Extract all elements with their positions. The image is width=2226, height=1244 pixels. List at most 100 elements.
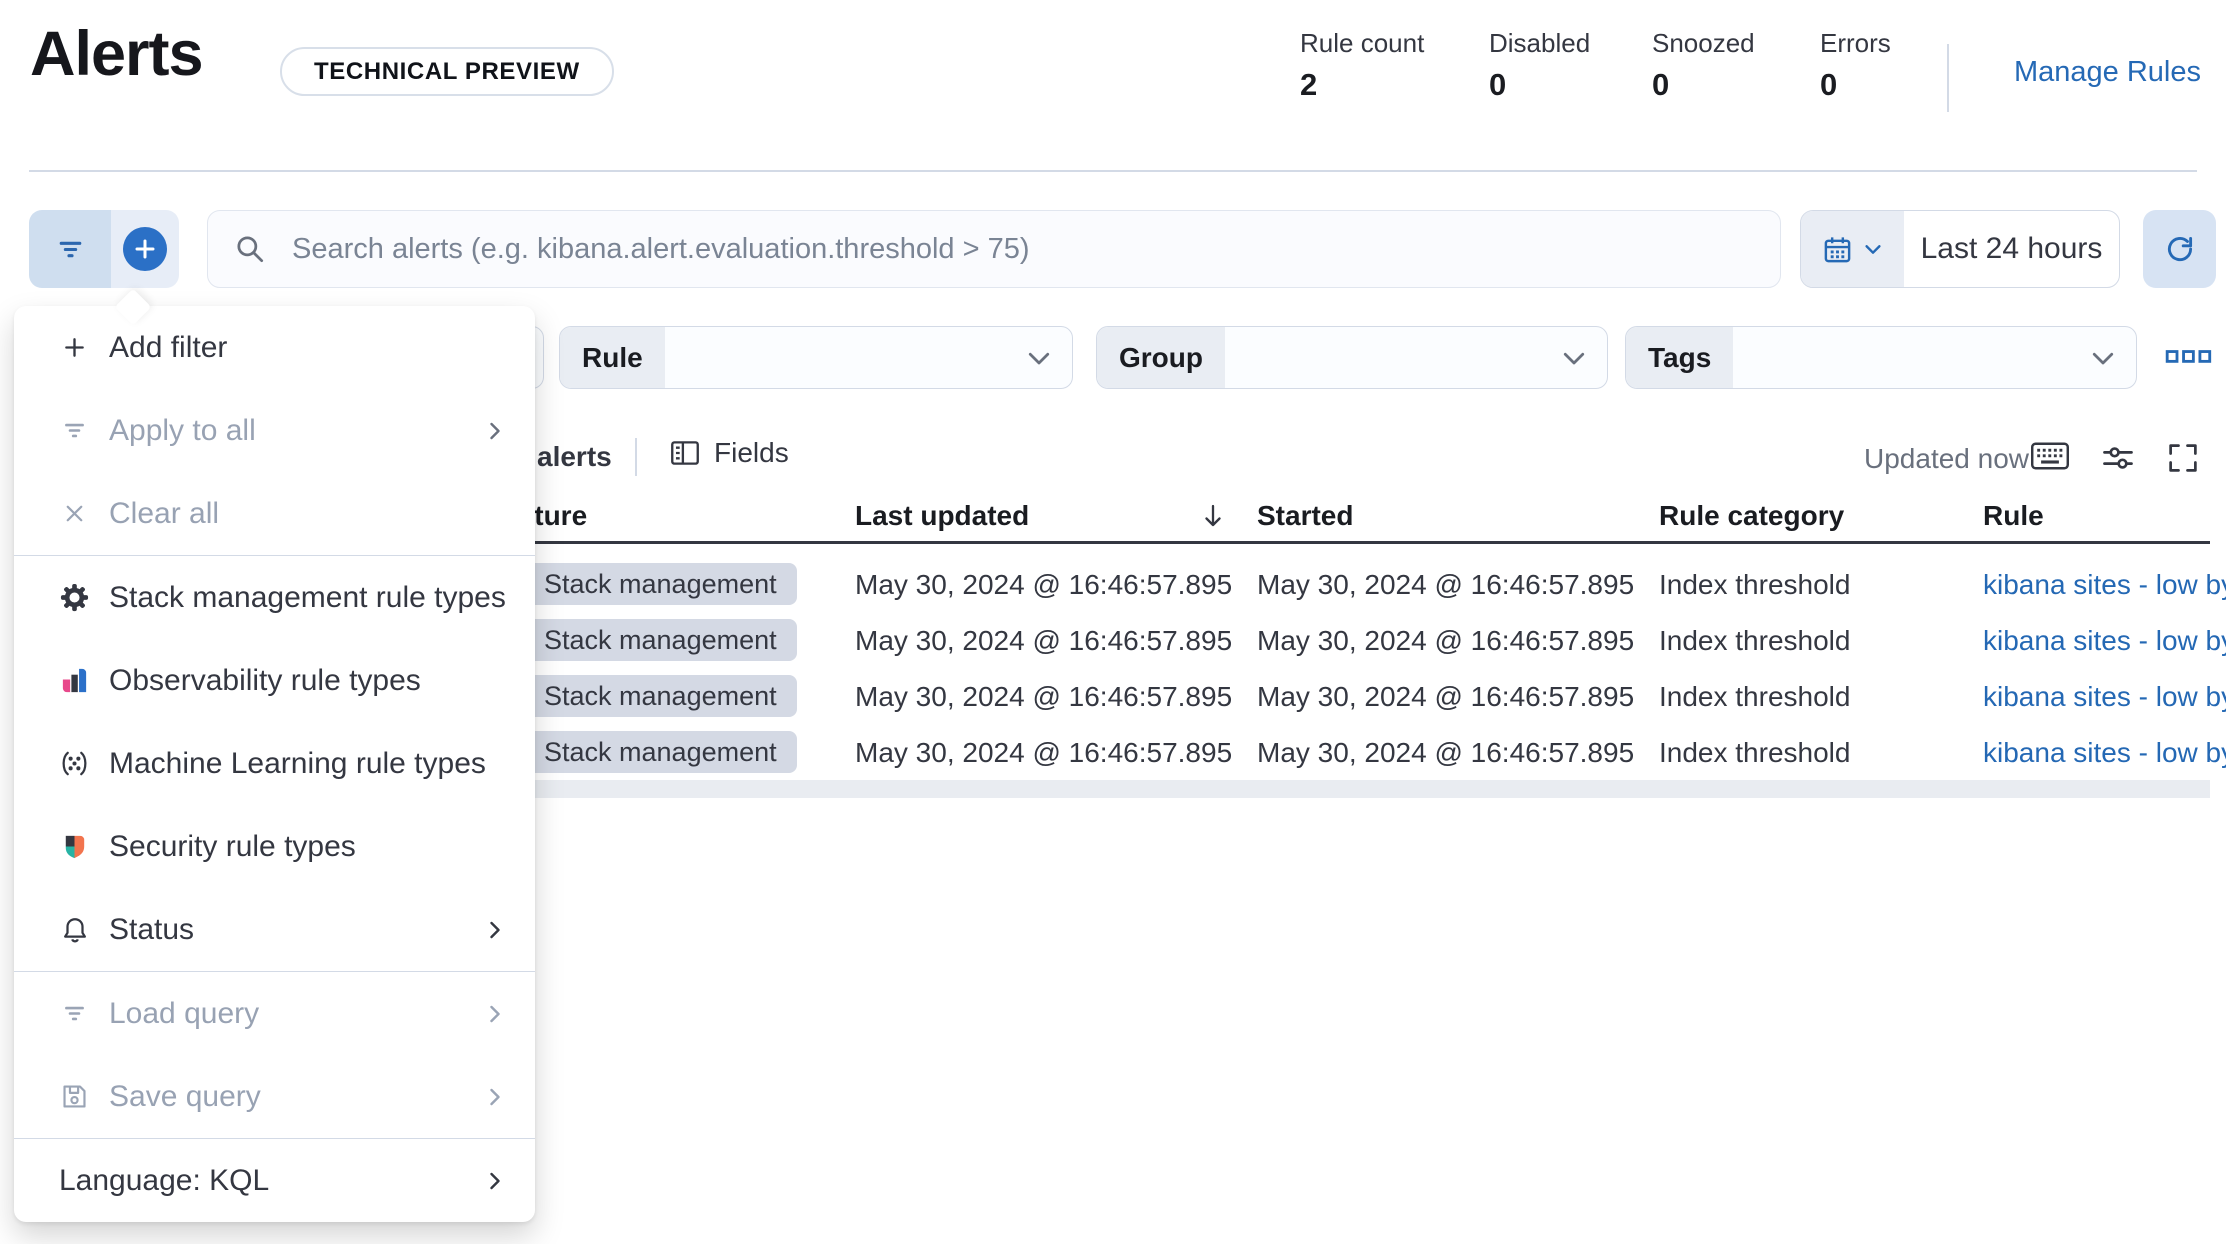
add-filter-button[interactable] [111, 210, 179, 288]
rule-link[interactable]: kibana sites - low by [1983, 737, 2226, 769]
time-range-label: Last 24 hours [1920, 232, 2103, 265]
manage-rules-link[interactable]: Manage Rules [2014, 56, 2201, 89]
menu-item-machine-learning-rule-types[interactable]: Machine Learning rule types [14, 722, 535, 805]
chevron-down-icon [1024, 343, 1054, 373]
keyboard-shortcuts-button[interactable] [2030, 440, 2070, 472]
search-input[interactable] [207, 210, 1781, 288]
rule-link[interactable]: kibana sites - low by [1983, 681, 2226, 713]
keyboard-icon [2030, 440, 2070, 472]
menu-item-label: Save query [109, 1079, 261, 1113]
column-header-rule[interactable]: Rule [1983, 500, 2044, 532]
menu-item-security-rule-types[interactable]: Security rule types [14, 805, 535, 888]
feature-badge: Stack management [524, 563, 797, 605]
group-filter-label: Group [1097, 327, 1225, 388]
menu-item-label: Add filter [109, 330, 228, 364]
filter-menu-button[interactable] [29, 210, 111, 288]
chevron-down-icon [2088, 343, 2118, 373]
menu-item-add-filter[interactable]: Add filter [14, 306, 535, 389]
stat-errors: Errors 0 [1820, 28, 1980, 103]
refresh-icon [2163, 232, 2197, 266]
stat-value: 2 [1300, 67, 1318, 102]
chevron-right-icon [481, 1000, 509, 1028]
alerts-count-label: alerts [537, 441, 612, 472]
menu-item-load-query[interactable]: Load query [14, 972, 535, 1055]
date-quick-select-button[interactable] [1801, 211, 1904, 287]
cell-rule-category: Index threshold [1659, 625, 1851, 656]
menu-item-save-query[interactable]: Save query [14, 1055, 535, 1138]
cell-rule-category: Index threshold [1659, 569, 1851, 600]
menu-item-apply-to-all[interactable]: Apply to all [14, 389, 535, 472]
display-options-button[interactable] [2100, 440, 2136, 476]
cell-started: May 30, 2024 @ 16:46:57.895 [1257, 737, 1635, 768]
stat-value: 0 [1489, 67, 1507, 102]
menu-item-clear-all[interactable]: Clear all [14, 472, 535, 555]
fields-columns-icon [668, 436, 702, 470]
filter-button-group [29, 210, 179, 288]
cell-last-updated: May 30, 2024 @ 16:46:57.895 [855, 681, 1233, 712]
menu-item-language-kql[interactable]: Language: KQL [14, 1139, 535, 1222]
tags-filter-label: Tags [1626, 327, 1734, 388]
stat-value: 0 [1652, 67, 1670, 102]
calendar-icon [1822, 234, 1853, 265]
boxes-horizontal-icon [2165, 340, 2213, 374]
menu-item-label: Status [109, 912, 195, 946]
bell-icon [59, 914, 90, 945]
group-filter-select[interactable]: Group [1096, 326, 1608, 389]
arrow-down-icon[interactable] [1197, 500, 1229, 532]
menu-item-label: Clear all [109, 496, 220, 530]
column-header-rule-category[interactable]: Rule category [1659, 500, 1844, 532]
chevron-down-icon [1559, 343, 1589, 373]
cell-last-updated: May 30, 2024 @ 16:46:57.895 [855, 625, 1233, 656]
column-header-last-updated[interactable]: Last updated [855, 500, 1029, 532]
fullscreen-icon [2165, 440, 2201, 476]
menu-item-label: Load query [109, 996, 260, 1030]
toolbar-divider [635, 438, 637, 476]
controls-sliders-icon [2100, 440, 2136, 476]
stat-label: Disabled [1489, 28, 1591, 58]
cell-started: May 30, 2024 @ 16:46:57.895 [1257, 569, 1635, 600]
updated-status-label: Updated now [1864, 443, 2030, 474]
stats-divider [1947, 44, 1949, 112]
stat-label: Snoozed [1652, 28, 1755, 58]
filter-funnel-icon [54, 233, 87, 266]
fields-button-label: Fields [714, 437, 789, 468]
cell-started: May 30, 2024 @ 16:46:57.895 [1257, 625, 1635, 656]
filter-funnel-icon [59, 415, 90, 446]
cell-rule-category: Index threshold [1659, 681, 1851, 712]
time-range-button[interactable]: Last 24 hours [1904, 211, 2119, 287]
stat-snoozed: Snoozed 0 [1652, 28, 1812, 103]
rule-link[interactable]: kibana sites - low by [1983, 569, 2226, 601]
cell-started: May 30, 2024 @ 16:46:57.895 [1257, 681, 1635, 712]
menu-item-label: Apply to all [109, 413, 256, 447]
rule-filter-select[interactable]: Rule [559, 326, 1073, 389]
filter-funnel-icon [59, 998, 90, 1029]
menu-item-label: Security rule types [109, 829, 356, 863]
fullscreen-button[interactable] [2165, 440, 2201, 476]
stat-value: 0 [1820, 67, 1838, 102]
gear-icon [59, 582, 90, 613]
chevron-right-icon [481, 417, 509, 445]
refresh-button[interactable] [2143, 210, 2216, 288]
feature-badge: Stack management [524, 731, 797, 773]
menu-item-stack-management-rule-types[interactable]: Stack management rule types [14, 556, 535, 639]
menu-item-label: Stack management rule types [109, 580, 506, 614]
close-icon [59, 498, 90, 529]
more-filters-button[interactable] [2165, 340, 2213, 374]
menu-item-status[interactable]: Status [14, 888, 535, 971]
menu-item-label: Machine Learning rule types [109, 746, 486, 780]
time-range-picker: Last 24 hours [1800, 210, 2120, 288]
chevron-right-icon [481, 1083, 509, 1111]
page-title: Alerts [30, 19, 204, 89]
menu-item-label: Observability rule types [109, 663, 421, 697]
observability-logo-icon [59, 665, 90, 696]
column-header-started[interactable]: Started [1257, 500, 1353, 532]
fields-button[interactable]: Fields [668, 436, 789, 470]
rule-link[interactable]: kibana sites - low by [1983, 625, 2226, 657]
chevron-down-icon [1862, 238, 1884, 260]
menu-item-observability-rule-types[interactable]: Observability rule types [14, 639, 535, 722]
tags-filter-select[interactable]: Tags [1625, 326, 2137, 389]
plus-icon [123, 227, 167, 271]
stat-label: Rule count [1300, 28, 1425, 58]
cell-last-updated: May 30, 2024 @ 16:46:57.895 [855, 737, 1233, 768]
stat-label: Errors [1820, 28, 1891, 58]
